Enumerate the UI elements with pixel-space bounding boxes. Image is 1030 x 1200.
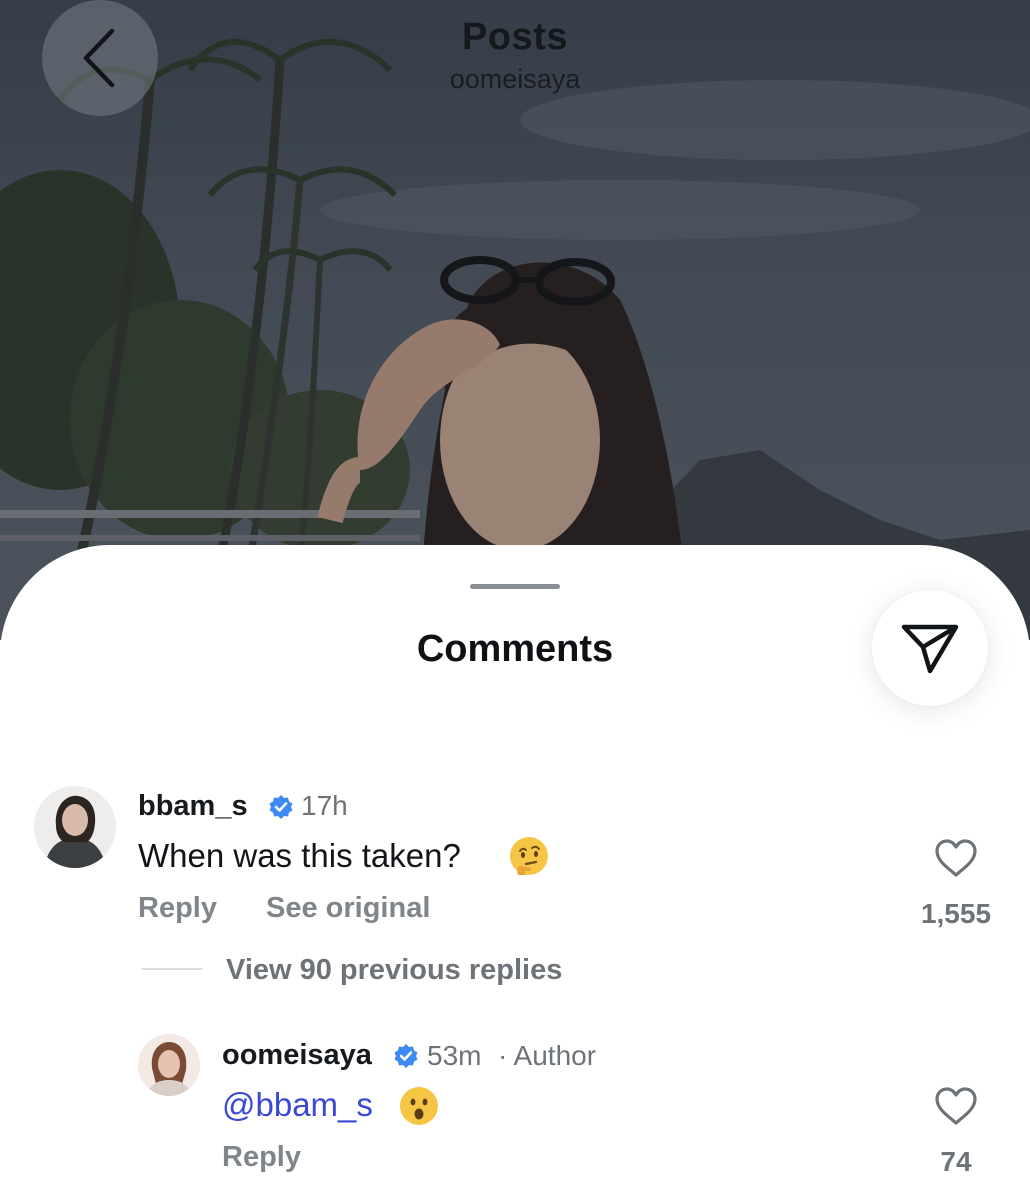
- reply-button[interactable]: Reply: [222, 1141, 301, 1174]
- see-original-button[interactable]: See original: [266, 892, 430, 925]
- verified-badge-icon: [394, 1044, 418, 1068]
- avatar-photo: [138, 1034, 200, 1096]
- avatar[interactable]: [138, 1034, 200, 1096]
- comment-username[interactable]: bbam_s: [138, 790, 248, 823]
- heart-icon[interactable]: [934, 1086, 978, 1126]
- send-icon: [901, 624, 959, 674]
- sheet-grabber-handle[interactable]: [470, 584, 560, 589]
- reply-mention-link[interactable]: @bbam_s: [222, 1086, 373, 1124]
- comment-timestamp: 17h: [301, 790, 348, 821]
- like-count: 74: [940, 1146, 972, 1177]
- page-subtitle-username[interactable]: oomeisaya: [0, 64, 1030, 95]
- verified-badge-icon: [269, 795, 293, 819]
- reply-username[interactable]: oomeisaya: [222, 1039, 372, 1072]
- comment-text: When was this taken?: [138, 837, 461, 874]
- reply-button[interactable]: Reply: [138, 892, 217, 925]
- like-count: 1,555: [920, 898, 992, 929]
- share-button[interactable]: [872, 590, 988, 706]
- avatar[interactable]: [34, 786, 116, 868]
- surprised-face-icon: [400, 1087, 438, 1125]
- post-photo-background: [0, 0, 1030, 640]
- view-previous-replies-button[interactable]: View 90 previous replies: [226, 954, 562, 987]
- reply-timestamp: 53m: [427, 1040, 482, 1071]
- author-label: · Author: [498, 1040, 597, 1071]
- page-title: Posts: [462, 16, 568, 58]
- photo-dim-overlay: [0, 0, 1030, 640]
- replies-divider-line: [142, 968, 202, 970]
- avatar-photo: [34, 786, 116, 868]
- thinking-face-icon: [510, 837, 548, 875]
- heart-icon[interactable]: [934, 838, 978, 878]
